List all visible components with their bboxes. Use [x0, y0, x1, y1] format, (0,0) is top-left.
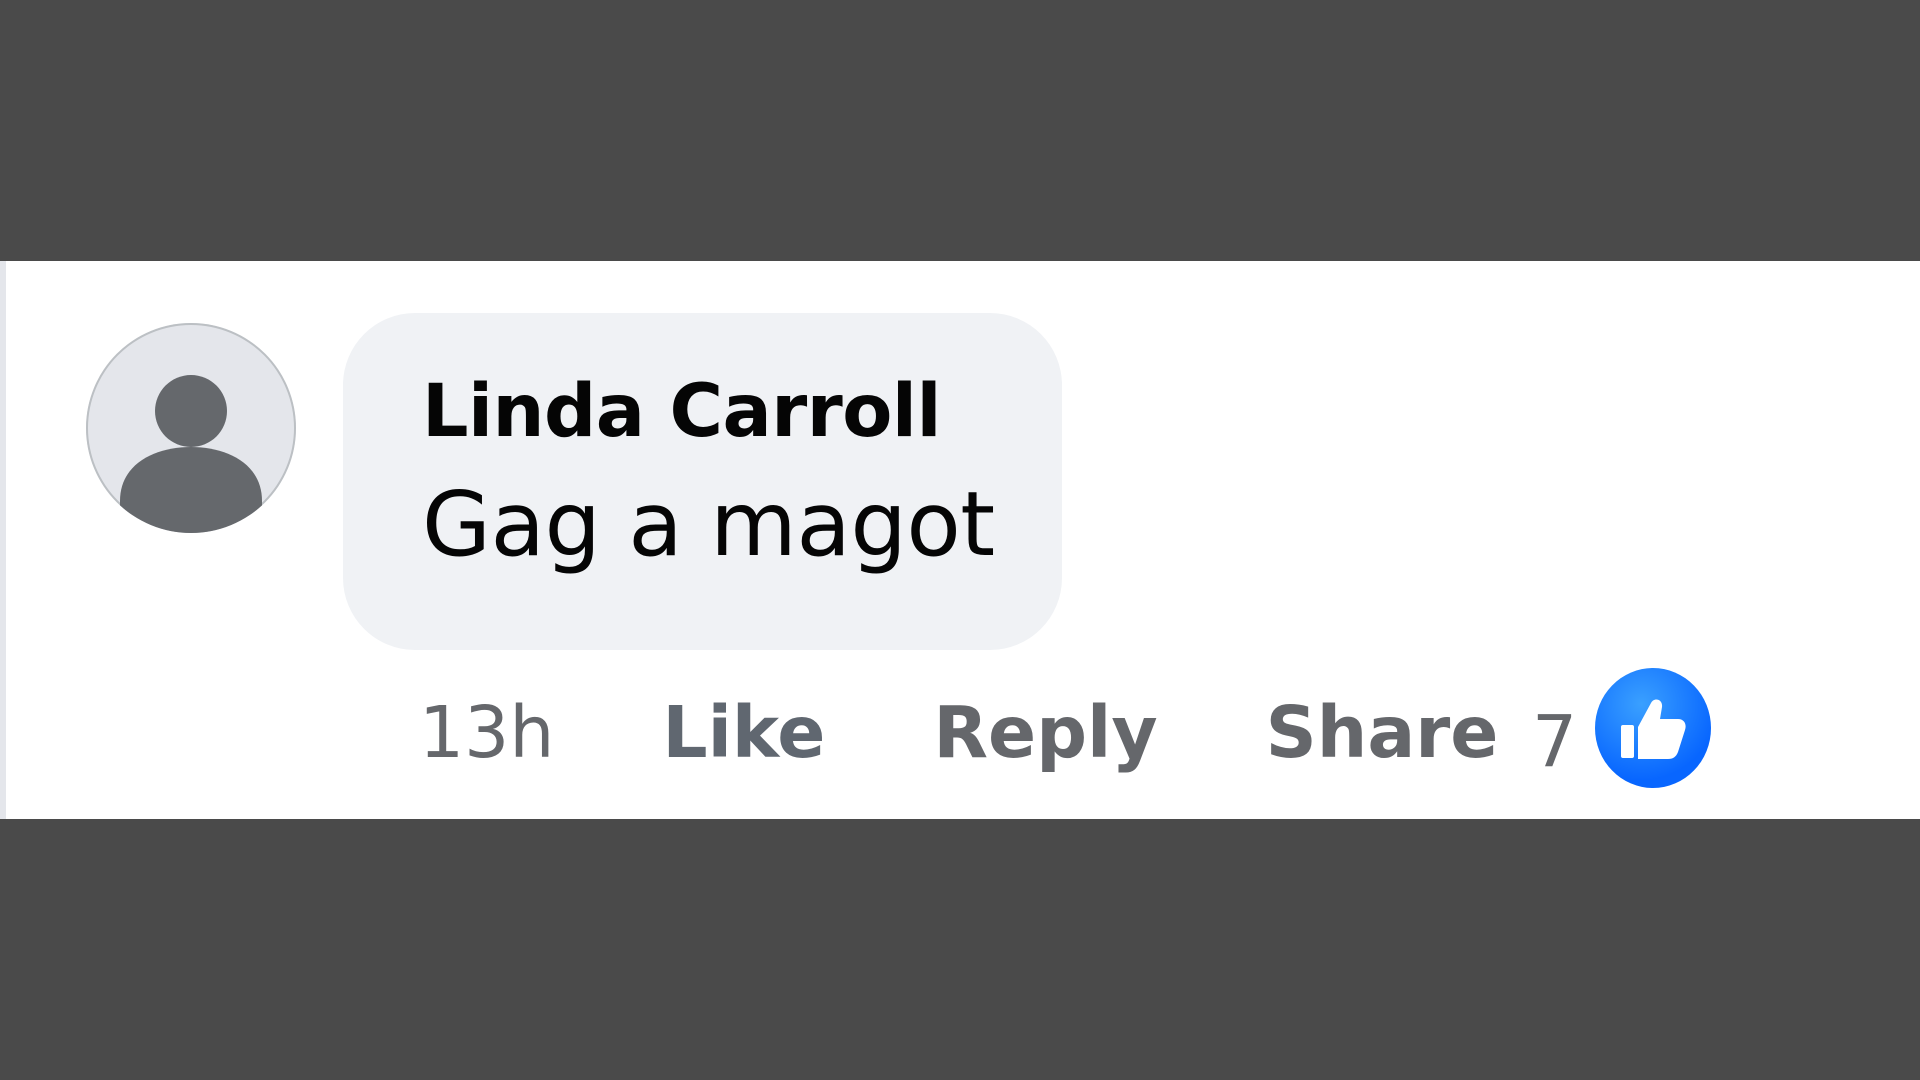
like-button[interactable]: Like — [662, 697, 825, 768]
default-user-silhouette-icon — [120, 375, 262, 533]
reaction-count: 7 — [1532, 699, 1578, 783]
share-button[interactable]: Share — [1266, 697, 1499, 768]
reaction-summary[interactable]: 7 — [1532, 666, 1712, 790]
comment-timestamp[interactable]: 13h — [419, 697, 554, 768]
comment-bubble: Linda Carroll Gag a magot — [343, 313, 1062, 650]
comment-item: Linda Carroll Gag a magot 13h Like Reply… — [0, 261, 1920, 819]
comment-author-name[interactable]: Linda Carroll — [422, 375, 1062, 448]
thumbs-up-icon — [1595, 668, 1712, 788]
comment-actions: 13h Like Reply Share — [419, 687, 1498, 777]
screenshot-canvas: Linda Carroll Gag a magot 13h Like Reply… — [0, 0, 1920, 1080]
avatar[interactable] — [86, 323, 296, 533]
comment-text: Gag a magot — [422, 472, 995, 576]
reply-button[interactable]: Reply — [933, 697, 1157, 768]
